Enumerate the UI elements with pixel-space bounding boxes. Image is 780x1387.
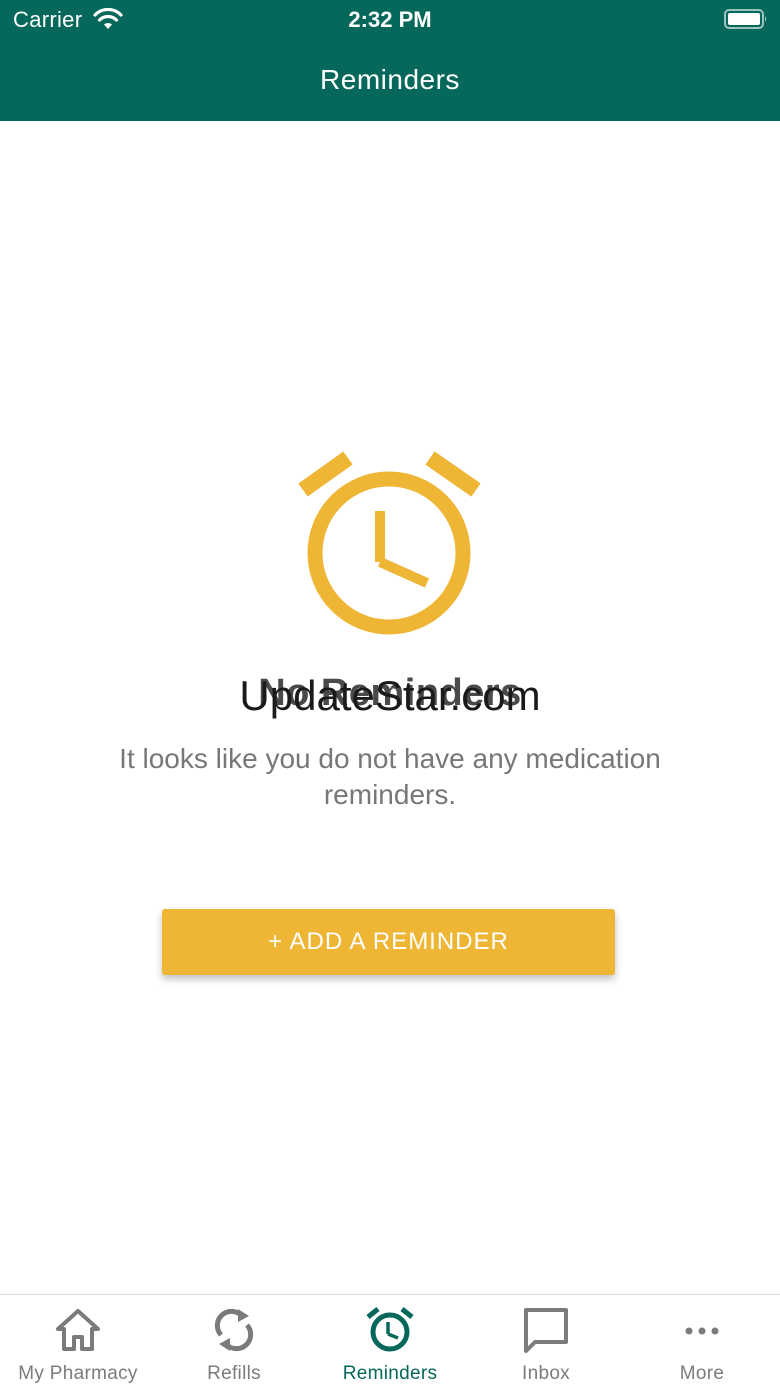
status-time: 2:32 PM <box>348 7 432 32</box>
tab-reminders[interactable]: Reminders <box>312 1295 468 1387</box>
alarm-clock-icon <box>366 1307 414 1352</box>
tab-label: Inbox <box>522 1363 570 1384</box>
battery-full-icon <box>724 9 767 29</box>
refresh-icon <box>214 1308 254 1352</box>
message-icon <box>524 1308 568 1353</box>
page-title: Reminders <box>320 64 460 95</box>
tab-more[interactable]: More <box>624 1295 780 1387</box>
tab-inbox[interactable]: Inbox <box>468 1295 624 1387</box>
app-header: Carrier 2:32 PM Reminders <box>0 0 780 121</box>
tab-label: More <box>679 1363 725 1384</box>
alarm-clock-icon <box>298 451 481 635</box>
more-dots-icon <box>685 1327 719 1335</box>
tab-bar: My Pharmacy Refills Reminders Inbox More <box>0 1294 780 1387</box>
add-reminder-button[interactable]: + ADD A REMINDER <box>162 909 615 975</box>
tab-my-pharmacy[interactable]: My Pharmacy <box>0 1295 156 1387</box>
tab-refills[interactable]: Refills <box>156 1295 312 1387</box>
tab-label: Refills <box>207 1363 261 1384</box>
status-bar: Carrier 2:32 PM <box>0 0 780 40</box>
home-icon <box>56 1309 100 1351</box>
watermark-text: UpdateStar.com <box>239 672 541 719</box>
empty-state-title-area: No Reminders UpdateStar.com <box>0 672 780 722</box>
empty-state-description: It looks like you do not have any medica… <box>119 743 661 810</box>
tab-label: My Pharmacy <box>18 1363 138 1384</box>
tab-label: Reminders <box>342 1363 438 1384</box>
